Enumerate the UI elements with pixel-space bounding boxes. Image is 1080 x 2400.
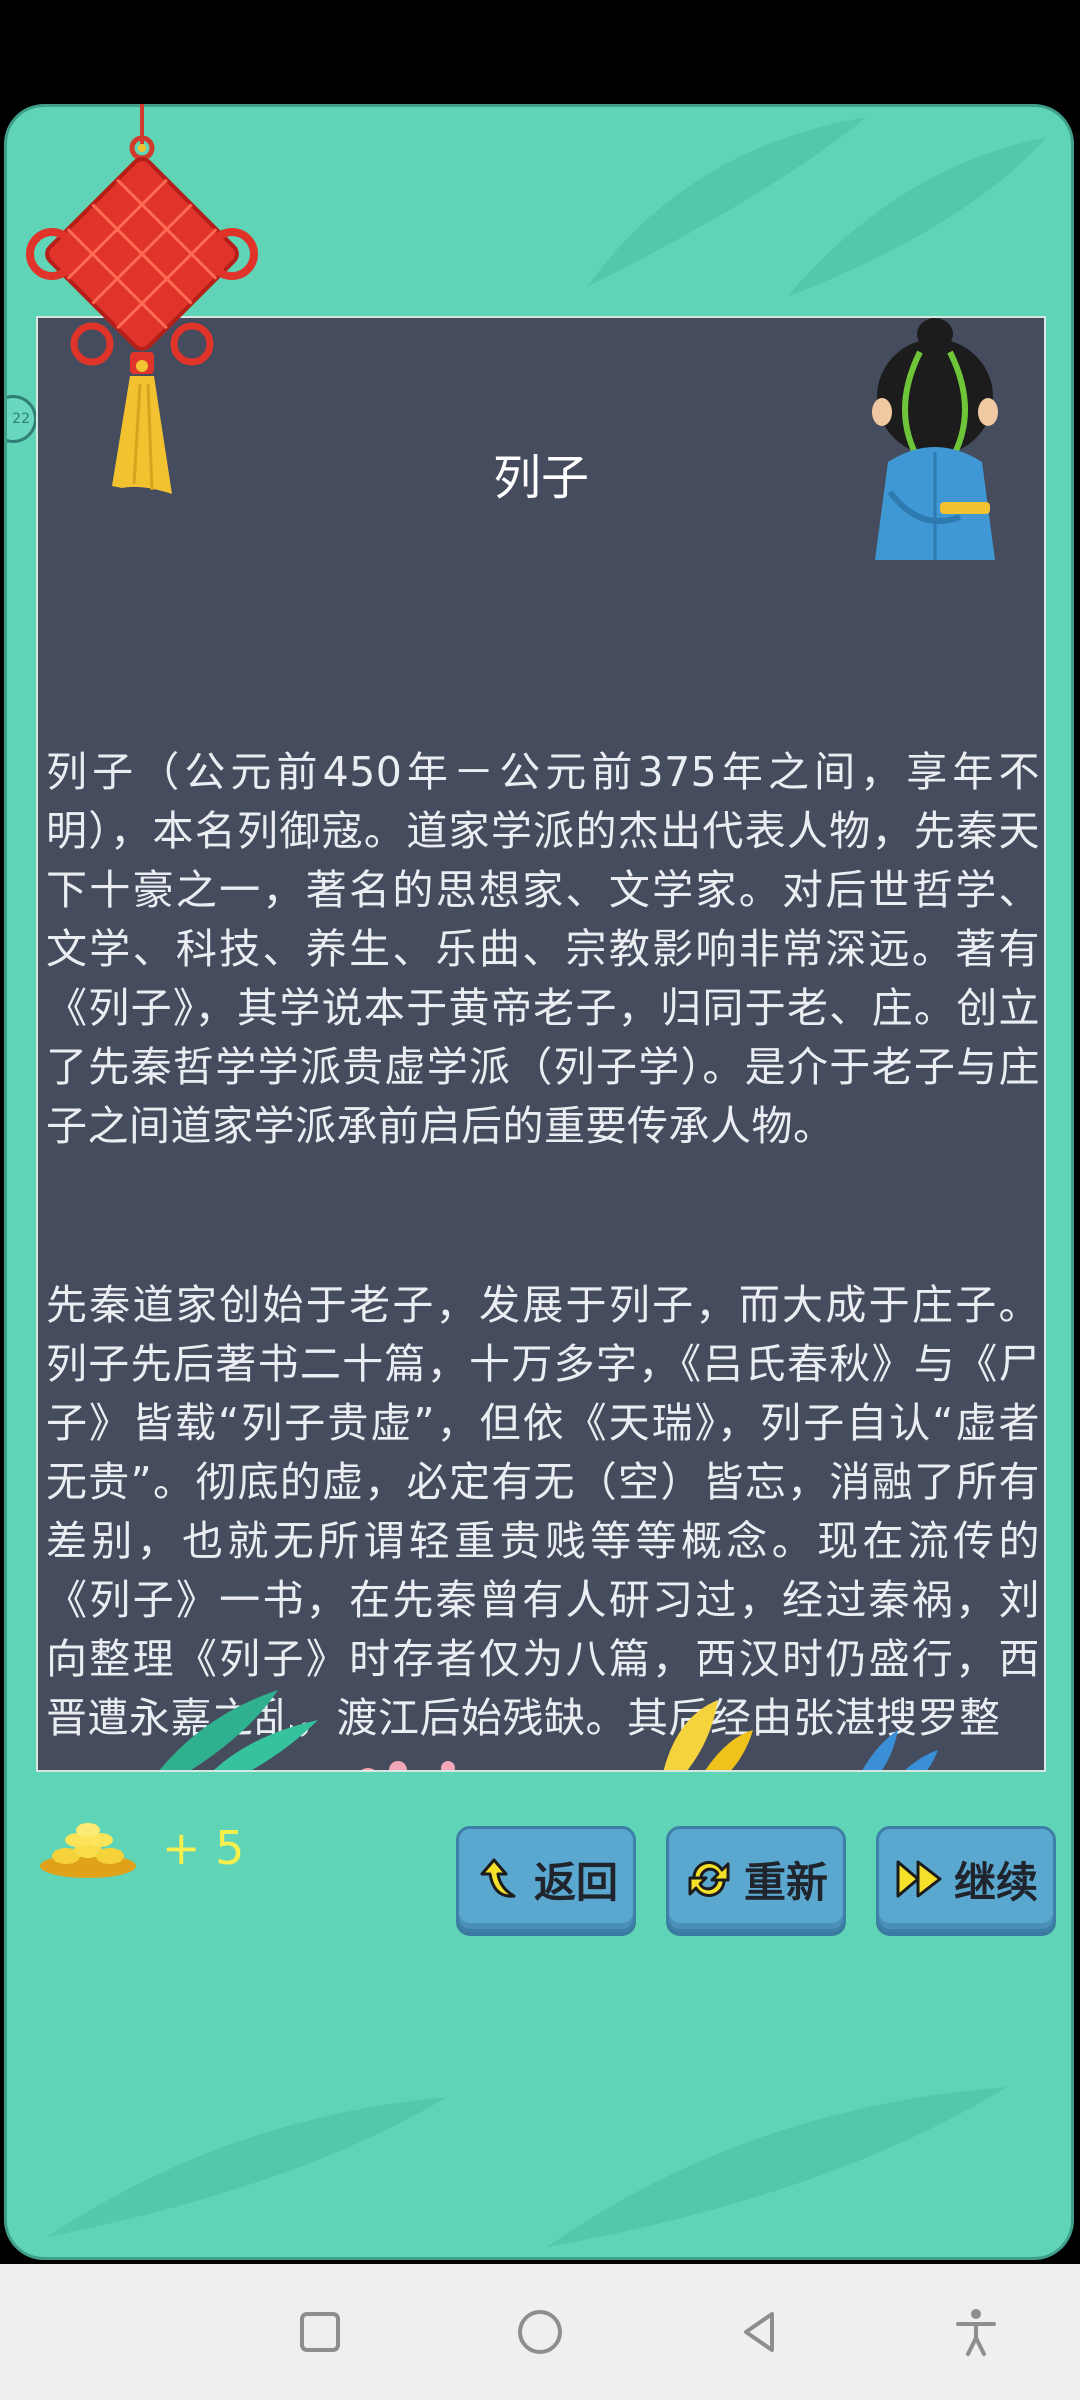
background-leaf-decoration <box>47 2087 1007 2247</box>
restart-button[interactable]: 重新 <box>666 1826 846 1932</box>
fast-forward-icon <box>896 1860 942 1898</box>
restart-button-label: 重新 <box>743 1857 828 1907</box>
continue-button-label: 继续 <box>953 1857 1038 1907</box>
flower-decoration <box>361 1761 455 1770</box>
background-leaf-decoration <box>587 117 1047 297</box>
article-paragraph: 先秦道家创始于老子，发展于列子，而大成于庄子。列子先后著书二十篇，十万多字，《吕… <box>46 1281 1040 1742</box>
chinese-knot-icon <box>26 104 258 494</box>
accessibility-icon[interactable] <box>946 2302 1006 2362</box>
status-bar <box>0 0 1080 104</box>
refresh-icon <box>688 1860 730 1898</box>
scholar-character-icon <box>872 318 998 560</box>
back-button[interactable]: 返回 <box>456 1826 636 1932</box>
yellow-leaf-decoration <box>663 1700 753 1770</box>
continue-button[interactable]: 继续 <box>876 1826 1056 1932</box>
back-arrow-icon <box>480 1858 516 1898</box>
gold-coins-icon <box>40 1823 136 1878</box>
coin-reward-count: + 5 <box>162 1821 245 1875</box>
circle-icon[interactable] <box>510 2302 570 2362</box>
blue-leaf-decoration <box>862 1730 938 1770</box>
plant-decoration <box>159 1690 318 1770</box>
back-button-label: 返回 <box>533 1857 618 1907</box>
triangle-back-icon[interactable] <box>730 2302 790 2362</box>
article-paragraph: 列子（公元前450年－公元前375年之间，享年不明），本名列御寇。道家学派的杰出… <box>46 748 1040 1150</box>
navigation-bar <box>0 2264 1080 2400</box>
square-icon[interactable] <box>290 2302 350 2362</box>
